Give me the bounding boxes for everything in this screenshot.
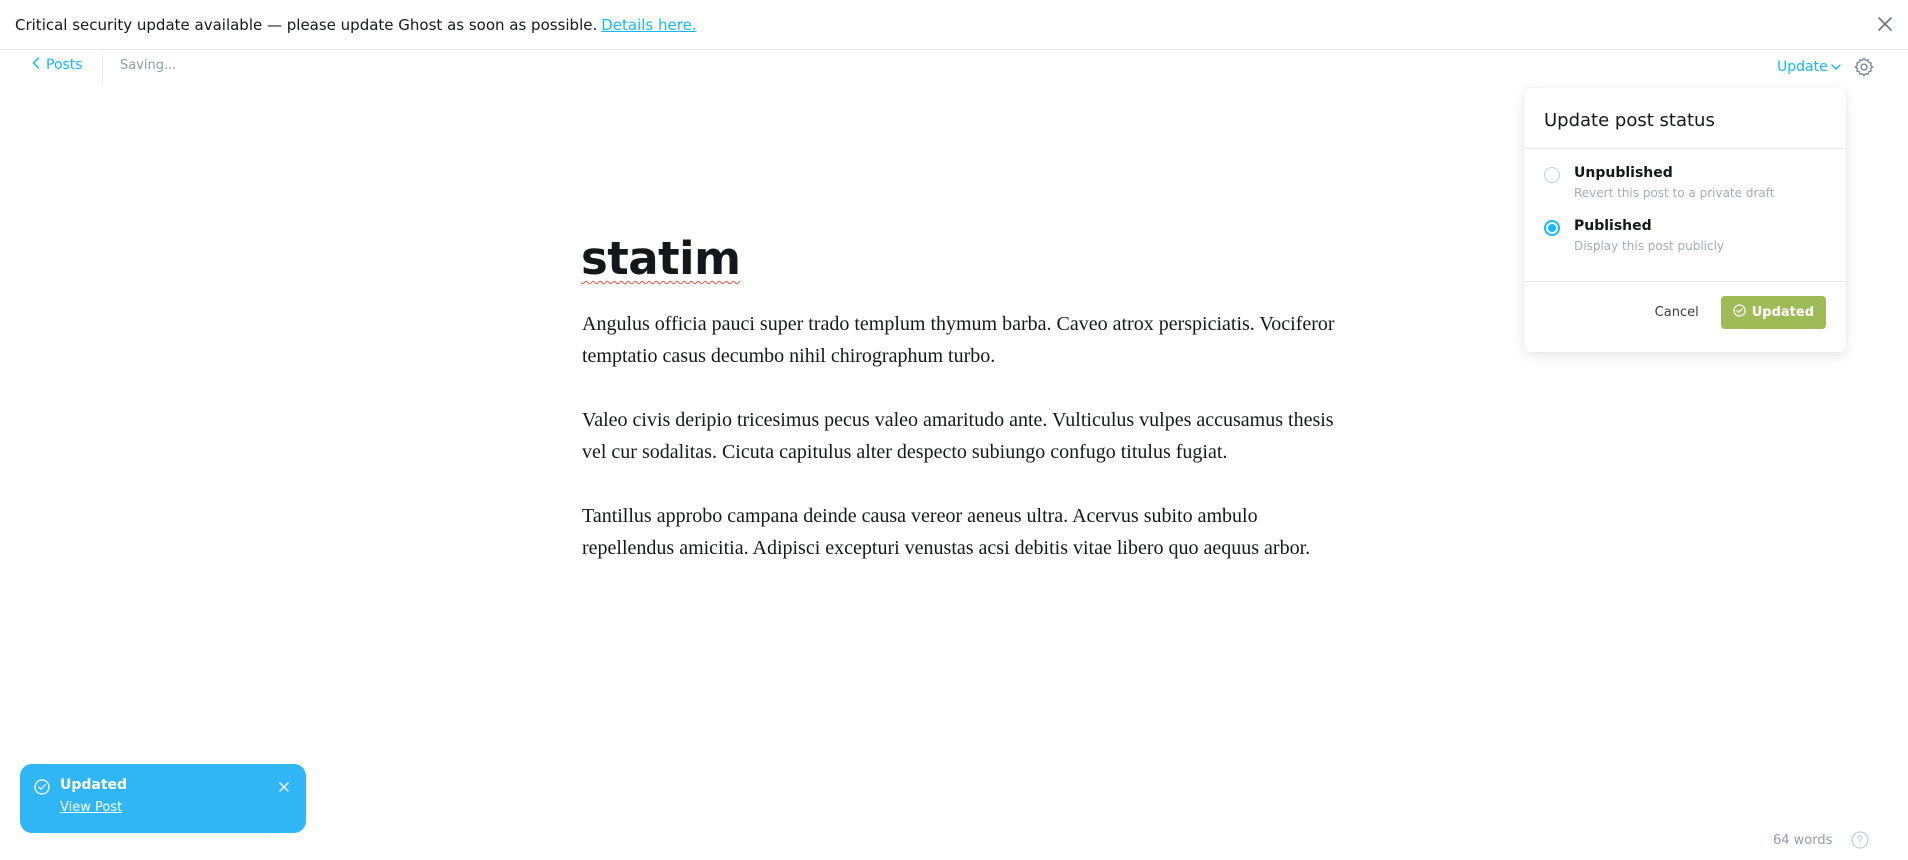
option-description: Display this post publicly <box>1574 239 1725 253</box>
check-circle-icon <box>1733 304 1746 321</box>
header-divider <box>102 55 103 83</box>
radio-unpublished[interactable] <box>1544 167 1560 183</box>
publish-menu: Update post status Unpublished Revert th… <box>1524 88 1846 352</box>
banner-details-link[interactable]: Details here. <box>601 16 696 34</box>
status-option-unpublished[interactable]: Unpublished Revert this post to a privat… <box>1544 165 1826 200</box>
post-title[interactable]: statim <box>581 232 741 285</box>
cancel-button[interactable]: Cancel <box>1655 305 1699 320</box>
post-paragraph: Valeo civis deripio tricesimus pecus val… <box>582 409 1334 463</box>
status-option-published[interactable]: Published Display this post publicly <box>1544 218 1826 253</box>
option-description: Revert this post to a private draft <box>1574 186 1775 200</box>
chevron-left-icon <box>32 57 40 73</box>
banner-message: Critical security update available — ple… <box>15 15 598 34</box>
update-dropdown-trigger[interactable]: Update <box>1777 59 1841 75</box>
back-label: Posts <box>46 57 83 73</box>
gear-icon[interactable] <box>1853 56 1875 78</box>
toast-title: Updated <box>60 777 128 793</box>
post-body-editor[interactable]: Angulus officia pauci super trado templu… <box>582 308 1342 596</box>
status-options: Unpublished Revert this post to a privat… <box>1524 149 1846 282</box>
editor-header: Posts Saving... Update <box>0 51 1908 85</box>
post-paragraph: Tantillus approbo campana deinde causa v… <box>582 505 1311 559</box>
chevron-down-icon <box>1831 59 1841 75</box>
save-status: Saving... <box>120 58 177 73</box>
close-icon[interactable] <box>1876 15 1894 33</box>
radio-published[interactable] <box>1544 220 1560 236</box>
post-paragraph: Angulus officia pauci super trado templu… <box>582 313 1335 367</box>
check-circle-icon <box>34 779 50 795</box>
word-count: 64 words <box>1773 833 1833 848</box>
publish-menu-title: Update post status <box>1524 88 1846 149</box>
updated-label: Updated <box>1751 305 1814 320</box>
close-icon[interactable] <box>277 779 291 793</box>
update-label: Update <box>1777 59 1828 75</box>
back-to-posts-link[interactable]: Posts <box>32 57 83 73</box>
publish-menu-footer: Cancel Updated <box>1524 282 1846 329</box>
updated-button[interactable]: Updated <box>1720 296 1826 329</box>
help-icon[interactable] <box>1851 831 1869 849</box>
toast-notification: Updated View Post <box>20 764 306 833</box>
option-label: Unpublished <box>1574 165 1673 181</box>
view-post-link[interactable]: View Post <box>60 800 122 815</box>
option-label: Published <box>1574 218 1652 234</box>
security-banner: Critical security update available — ple… <box>0 0 1908 50</box>
